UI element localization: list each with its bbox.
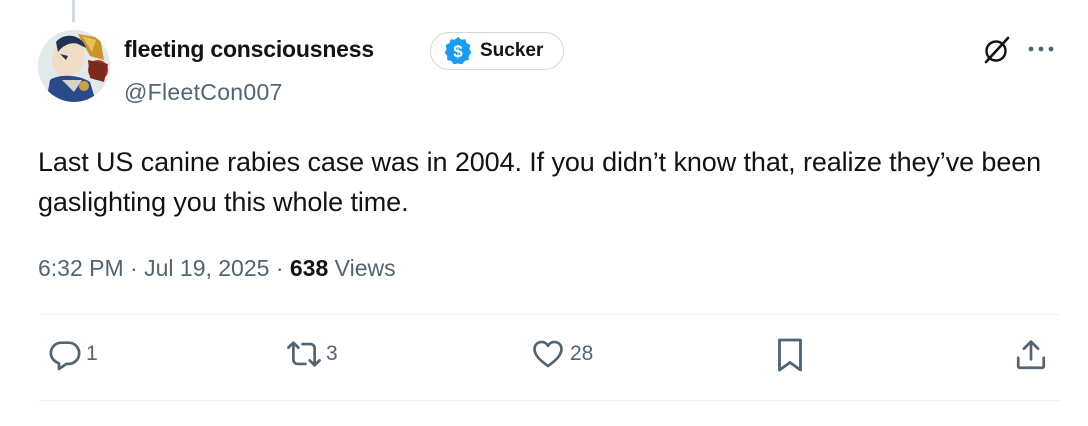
- author-handle[interactable]: @FleetCon007: [124, 79, 283, 106]
- divider: [38, 400, 1060, 401]
- like-count: 28: [570, 342, 594, 365]
- bookmark-icon: [778, 338, 802, 372]
- meta-separator: ·: [130, 255, 138, 281]
- badge-label: Sucker: [480, 40, 544, 61]
- reply-icon: [49, 341, 81, 371]
- tweet-text: Last US canine rabies case was in 2004. …: [38, 147, 1042, 217]
- like-button[interactable]: 28: [530, 337, 593, 371]
- reply-button[interactable]: 1: [48, 337, 98, 371]
- grok-icon[interactable]: [982, 35, 1012, 65]
- retweet-count: 3: [326, 342, 338, 365]
- thread-connector-line: [72, 0, 75, 22]
- svg-text:$: $: [453, 42, 463, 61]
- share-button[interactable]: [1014, 337, 1048, 373]
- divider: [38, 314, 1060, 315]
- views-label: Views: [334, 255, 396, 281]
- tweet-time[interactable]: 6:32 PM: [38, 255, 124, 281]
- more-icon[interactable]: [1026, 42, 1056, 56]
- like-icon: [533, 340, 563, 368]
- share-icon: [1016, 340, 1046, 370]
- avatar-image: [38, 30, 110, 102]
- dollar-coin-icon: $: [444, 37, 472, 65]
- tweet-meta: 6:32 PM · Jul 19, 2025 · 638 Views: [38, 255, 396, 282]
- views-count: 638: [289, 255, 329, 281]
- subscription-badge[interactable]: $ Sucker: [430, 32, 564, 70]
- tweet-date[interactable]: Jul 19, 2025: [144, 255, 269, 281]
- retweet-icon: [287, 341, 321, 367]
- avatar[interactable]: [38, 30, 110, 102]
- reply-count: 1: [86, 342, 98, 365]
- bookmark-button[interactable]: [775, 337, 805, 373]
- meta-separator: ·: [275, 255, 284, 281]
- author-display-name[interactable]: fleeting consciousness: [124, 36, 374, 63]
- retweet-button[interactable]: 3: [286, 337, 338, 371]
